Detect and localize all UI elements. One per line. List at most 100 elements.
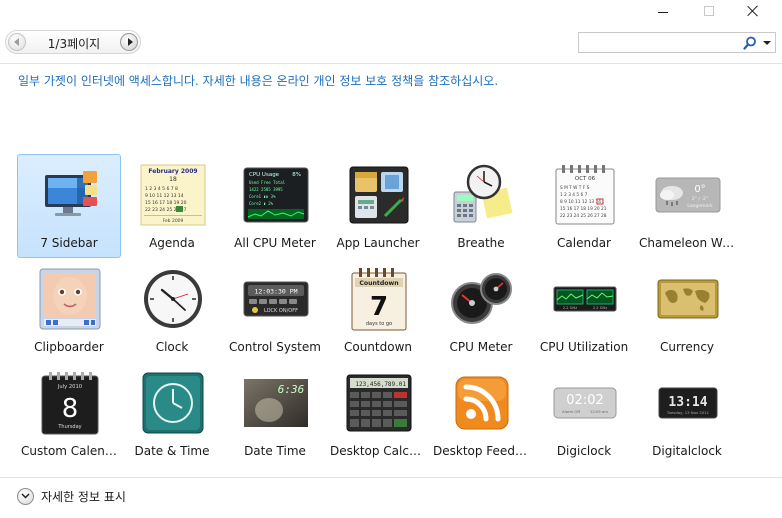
chevron-left-icon <box>14 38 19 46</box>
gadget-tile-digiclock[interactable]: 02:02 Alarm Off 12:05 am Digiclock <box>532 362 636 466</box>
custom-cal-month-text: July 2010 <box>57 384 82 390</box>
date-time-photo-icon: 6:36 <box>241 371 311 435</box>
agenda-calendar-icon: February 2009 18 1 2 3 4 5 6 7 8 9 10 11… <box>138 163 208 227</box>
cpu-meter-icon: CPU Usage 8% Used Free Total 1422 2585 3… <box>241 163 311 227</box>
gadget-label: Date & Time <box>134 444 210 458</box>
maximize-icon <box>704 6 714 16</box>
countdown-number-text: 7 <box>370 292 388 322</box>
digitalclock-time-text: 13:14 <box>668 395 707 410</box>
gadget-tile-all-cpu-meter[interactable]: CPU Usage 8% Used Free Total 1422 2585 3… <box>223 154 327 258</box>
weather-icon: 0° 2° / -2° Langemark <box>653 163 723 227</box>
gadget-label: Countdown <box>343 340 412 354</box>
toolbar: 1/3페이지 <box>0 30 782 56</box>
svg-text:2° / -2°: 2° / -2° <box>692 196 708 202</box>
sidebar-monitor-icon <box>35 163 105 227</box>
gadget-tile-cpu-meter[interactable]: CPU Meter <box>429 258 533 362</box>
chevron-down-icon <box>17 487 34 505</box>
gadget-tile-clock[interactable]: Clock <box>120 258 224 362</box>
svg-text:22 23 24 25 26 27 28: 22 23 24 25 26 27 28 <box>560 213 607 219</box>
calculator-icon: 123,456,789.01 <box>344 371 414 435</box>
search-input[interactable] <box>581 34 739 51</box>
page-indicator: 1/3페이지 <box>47 37 101 51</box>
gadget-tile-clipboarder[interactable]: Clipboarder <box>17 258 121 362</box>
currency-map-icon <box>653 267 723 331</box>
gadget-tile-date-and-time[interactable]: Date & Time <box>120 362 224 466</box>
show-details-toggle[interactable]: 자세한 정보 표시 <box>17 486 126 506</box>
close-icon <box>747 5 759 17</box>
gadget-label: Currency <box>659 340 715 354</box>
gadget-label: Calendar <box>557 236 611 250</box>
gadget-tile-date-time[interactable]: 6:36 Date Time <box>223 362 327 466</box>
cpu-pct-text: 8% <box>292 172 301 178</box>
gadget-tile-desktop-feed-reader[interactable]: Desktop Feed R... <box>429 362 533 466</box>
gadget-label: All CPU Meter <box>234 236 316 250</box>
gadget-label: Control System <box>229 340 321 354</box>
svg-text:S M T W T F S: S M T W T F S <box>560 185 590 191</box>
gadget-label: Agenda <box>149 236 195 250</box>
svg-text:Feb 2009: Feb 2009 <box>163 218 184 224</box>
gadget-tile-app-launcher[interactable]: App Launcher <box>326 154 430 258</box>
gadget-tile-breathe[interactable]: Breathe <box>429 154 533 258</box>
gadget-tile-digitalclock[interactable]: 13:14 Tuesday, 13 Nov 2011 Digitalclock <box>635 362 739 466</box>
svg-text:Core1 ▮▮ 3%: Core1 ▮▮ 3% <box>249 194 276 199</box>
search-dropdown-icon[interactable] <box>763 41 771 45</box>
analog-clock-icon <box>138 267 208 331</box>
calendar-month-text: OCT 06 <box>575 176 596 182</box>
gadget-tile-agenda[interactable]: February 2009 18 1 2 3 4 5 6 7 8 9 10 11… <box>120 154 224 258</box>
search-icon[interactable] <box>743 36 757 50</box>
gadget-tile-custom-calendar[interactable]: July 2010 8 Thursday Custom Calendar <box>17 362 121 466</box>
chevron-right-icon <box>127 38 133 46</box>
minimize-icon <box>658 11 668 13</box>
maximize-button[interactable] <box>686 0 732 22</box>
previous-page-button[interactable] <box>8 33 26 51</box>
cpu-title-text: CPU Usage <box>249 172 280 178</box>
date-time-digits-text: 6:36 <box>278 383 305 396</box>
countdown-sub-text: days to go <box>366 321 392 327</box>
app-launcher-icon <box>344 163 414 227</box>
privacy-notice-link[interactable]: 일부 가젯이 인터넷에 액세스합니다. 자세한 내용은 온라인 개인 정보 보호… <box>18 72 498 89</box>
close-button[interactable] <box>730 0 776 22</box>
svg-text:Used Free Total: Used Free Total <box>249 180 286 185</box>
svg-text:Alarm Off: Alarm Off <box>562 409 580 414</box>
gadget-label: Desktop Calcul... <box>330 444 429 458</box>
countdown-icon: Countdown 7 days to go <box>344 267 414 331</box>
next-page-button[interactable] <box>120 33 138 51</box>
gadget-tile-control-system[interactable]: 12:03:30 PM LOCK ON/OFF Control System <box>223 258 327 362</box>
svg-text:15 16 17 18 19 20 21: 15 16 17 18 19 20 21 <box>560 206 607 212</box>
agenda-day-text: 18 <box>169 176 177 183</box>
gadget-tile-currency[interactable]: Currency <box>635 258 739 362</box>
gadget-tile-7-sidebar[interactable]: 7 Sidebar <box>17 154 121 258</box>
rss-feed-icon <box>447 371 517 435</box>
svg-text:Langemark: Langemark <box>687 203 713 209</box>
breathe-clock-icon <box>447 163 517 227</box>
gadget-label: Clock <box>155 340 189 354</box>
minimize-button[interactable] <box>640 0 686 22</box>
divider <box>0 477 782 478</box>
gadget-tile-cpu-utilization[interactable]: 2.2 GHz 2.2 GHz CPU Utilization <box>532 258 636 362</box>
svg-text:15 16 17 18 19 20: 15 16 17 18 19 20 <box>145 200 187 206</box>
digiclock-icon: 02:02 Alarm Off 12:05 am <box>550 371 620 435</box>
search-box <box>578 32 776 53</box>
svg-text:2.2 GHz: 2.2 GHz <box>593 306 607 310</box>
gadget-tile-chameleon-weather[interactable]: 0° 2° / -2° Langemark Chameleon We... <box>635 154 739 258</box>
clipboarder-icon <box>35 267 105 331</box>
page-navigator: 1/3페이지 <box>5 30 141 54</box>
show-details-label: 자세한 정보 표시 <box>41 489 126 504</box>
countdown-title-text: Countdown <box>359 280 398 287</box>
gadget-tile-calendar[interactable]: OCT 06 S M T W T F S 1 2 3 4 5 6 7 8 9 1… <box>532 154 636 258</box>
weather-temp-text: 0° <box>694 184 705 195</box>
gadget-tile-countdown[interactable]: Countdown 7 days to go Countdown <box>326 258 430 362</box>
gadget-label: CPU Utilization <box>539 340 629 354</box>
gadget-label: Chameleon We... <box>639 236 738 250</box>
cpu-gauge-icon <box>447 267 517 331</box>
gadget-label: 7 Sidebar <box>40 236 98 250</box>
control-lock-text: LOCK ON/OFF <box>264 308 298 314</box>
svg-text:8 9 10 11 12 13 14: 8 9 10 11 12 13 14 <box>560 199 601 205</box>
divider <box>0 63 782 64</box>
digitalclock-icon: 13:14 Tuesday, 13 Nov 2011 <box>653 371 723 435</box>
svg-text:Core2 ▮ 2%: Core2 ▮ 2% <box>249 201 274 206</box>
gadget-tile-desktop-calculator[interactable]: 123,456,789.01 Desktop Calcul... <box>326 362 430 466</box>
gadget-label: CPU Meter <box>449 340 513 354</box>
title-bar <box>0 0 782 22</box>
calendar-icon: OCT 06 S M T W T F S 1 2 3 4 5 6 7 8 9 1… <box>550 163 620 227</box>
